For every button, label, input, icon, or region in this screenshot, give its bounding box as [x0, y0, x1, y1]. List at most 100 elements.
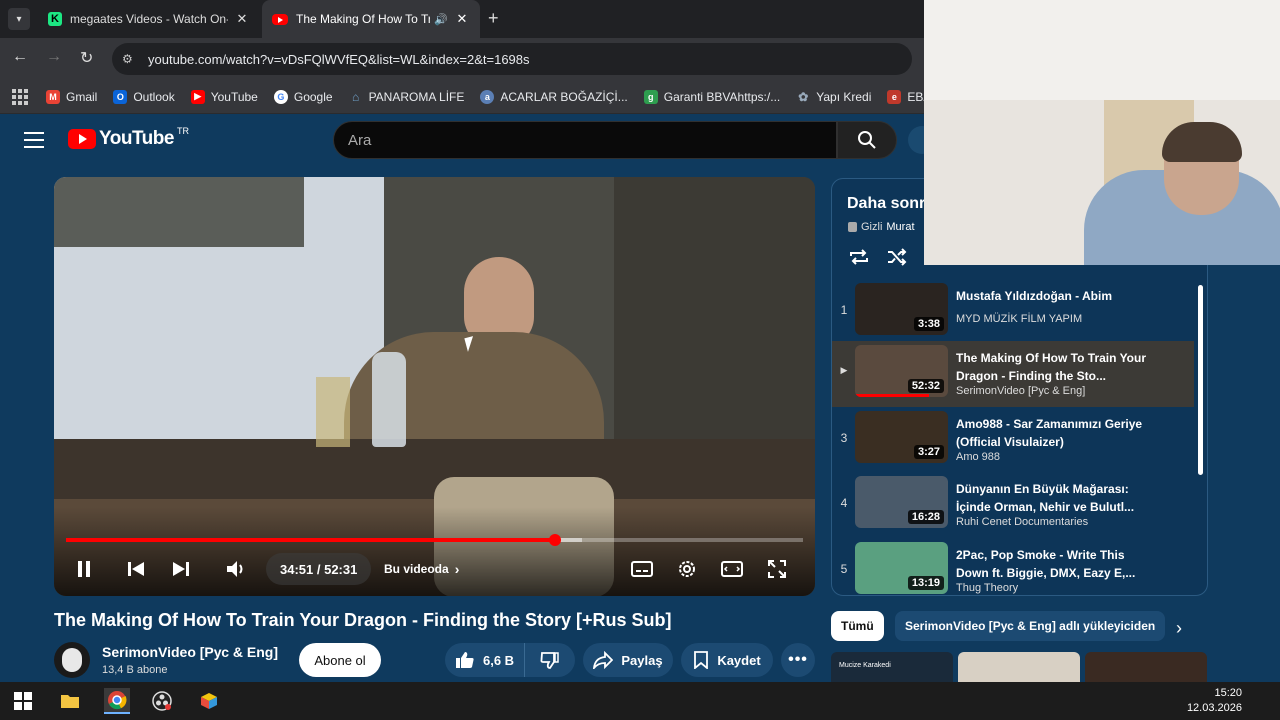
playlist-video-title: Dünyanın En Büyük Mağarası: İçinde Orman… [956, 482, 1135, 514]
scrollbar-thumb[interactable] [1198, 285, 1203, 475]
playlist-scrollbar[interactable] [1198, 285, 1204, 585]
chapter-button[interactable]: Bu videoda › [384, 553, 459, 585]
playlist-item[interactable]: 4 16:28 Dünyanın En Büyük Mağarası: İçin… [832, 472, 1194, 538]
playlist-item-active[interactable]: ▶ 52:32 The Making Of How To Train Your … [832, 341, 1194, 407]
volume-button[interactable] [224, 557, 248, 581]
recommended-thumbnail[interactable]: Mucize Karakedi [831, 652, 953, 682]
video-title: The Making Of How To Train Your Dragon -… [54, 610, 672, 630]
volume-icon [227, 561, 243, 577]
file-explorer-icon[interactable] [57, 688, 83, 714]
subscribe-button[interactable]: Abone ol [299, 643, 381, 677]
playlist-video-channel: Ruhi Cenet Documentaries [956, 516, 1089, 528]
youtube-logo[interactable]: YouTube TR [68, 126, 189, 150]
duration-badge: 3:38 [913, 317, 944, 331]
playlist-title: Daha sonr [847, 195, 926, 212]
new-tab-button[interactable]: + [488, 8, 499, 29]
bookmark-panaroma[interactable]: ⌂ PANAROMA LİFE [349, 90, 464, 104]
dislike-button[interactable] [525, 643, 575, 677]
like-button[interactable]: 6,6 B [445, 643, 526, 677]
more-actions-button[interactable]: ••• [781, 643, 815, 677]
site-info-icon[interactable]: ⚙ [122, 52, 140, 66]
apps-grid-icon[interactable] [12, 88, 28, 105]
video-thumbnail: 3:38 [855, 283, 948, 335]
skip-previous-icon [128, 562, 144, 576]
playlist-item[interactable]: 5 13:19 2Pac, Pop Smoke - Write This Dow… [832, 538, 1194, 595]
pause-button[interactable] [74, 557, 94, 581]
bookmark-yapikredi[interactable]: ✿ Yapı Kredi [796, 90, 871, 104]
now-playing-icon: ▶ [840, 365, 848, 375]
windows-start-icon[interactable] [10, 688, 36, 714]
app-cube-icon[interactable] [196, 688, 222, 714]
subtitles-button[interactable] [630, 557, 654, 581]
loop-button[interactable] [848, 247, 870, 272]
close-tab-icon[interactable]: ✕ [234, 11, 250, 27]
obs-icon[interactable] [149, 688, 175, 714]
reload-icon[interactable]: ↻ [80, 48, 93, 68]
video-player[interactable]: 34:51 / 52:31 Bu videoda › [54, 177, 815, 596]
bookmark-garanti[interactable]: g Garanti BBVAhttps:/... [643, 89, 780, 104]
clock-time: 15:20 [1214, 687, 1242, 699]
menu-icon[interactable] [24, 132, 44, 153]
search-input[interactable]: Ara [333, 121, 837, 159]
bookmark-gmail[interactable]: M Gmail [46, 89, 97, 104]
previous-button[interactable] [124, 557, 148, 581]
settings-button[interactable] [675, 557, 699, 581]
recommended-thumbnail[interactable] [958, 652, 1080, 682]
playlist-index: 1 [840, 303, 848, 317]
chip-all[interactable]: Tümü [831, 611, 884, 641]
recommended-thumbnail[interactable] [1085, 652, 1207, 682]
playlist-index: 3 [840, 431, 848, 445]
bookmark-youtube[interactable]: ▶ YouTube [190, 89, 258, 104]
playlist-owner[interactable]: Murat [886, 221, 914, 233]
audio-playing-icon[interactable]: 🔊 [434, 13, 448, 26]
chip-uploader[interactable]: SerimonVideo [Рус & Eng] adlı yükleyicid… [895, 611, 1165, 641]
progress-bar[interactable] [66, 534, 803, 546]
forward-icon[interactable]: → [46, 48, 62, 66]
chrome-icon[interactable] [104, 688, 130, 714]
webcam-person-hair [1162, 122, 1242, 162]
system-clock[interactable]: 15:20 12.03.2026 [1187, 686, 1242, 716]
fullscreen-button[interactable] [765, 557, 789, 581]
like-count: 6,6 B [483, 652, 515, 668]
close-tab-icon[interactable]: ✕ [454, 11, 470, 27]
playlist-meta: Gizli Murat [848, 221, 915, 233]
time-display: 34:51 / 52:31 [266, 553, 372, 585]
recommended-thumbnail-label: Mucize Karakedi [839, 662, 891, 669]
progress-played [66, 538, 556, 542]
video-thumbnail: 3:27 [855, 411, 948, 463]
url-field[interactable]: ⚙ youtube.com/watch?v=vDsFQlWVfEQ&list=W… [112, 43, 912, 75]
thumbs-up-icon [456, 652, 474, 668]
playlist-video-channel: Thug Theory [956, 582, 1019, 594]
youtube-header: YouTube TR Ara [0, 114, 936, 166]
search-button[interactable] [837, 121, 897, 159]
duration-badge: 13:19 [907, 576, 944, 590]
share-button[interactable]: Paylaş [583, 643, 673, 677]
theater-mode-button[interactable] [720, 557, 744, 581]
tab-search-dropdown[interactable]: ▾ [8, 8, 30, 30]
eba-icon: e [887, 89, 902, 104]
loop-icon [850, 249, 868, 265]
channel-name[interactable]: SerimonVideo [Рус & Eng] [102, 644, 278, 660]
lock-icon [848, 222, 857, 232]
bookmark-outlook[interactable]: O Outlook [113, 89, 175, 104]
playlist-video-channel: MYD MÜZİK FİLM YAPIM [956, 313, 1083, 325]
channel-avatar[interactable] [54, 642, 90, 678]
next-button[interactable] [169, 557, 193, 581]
playlist-video-channel: SerimonVideo [Рус & Eng] [956, 385, 1086, 397]
bookmark-icon [694, 651, 709, 669]
video-thumbnail: 16:28 [855, 476, 948, 528]
progress-scrubber[interactable] [549, 534, 562, 546]
bookmark-acarlar[interactable]: a ACARLAR BOĞAZİÇİ... [480, 89, 628, 104]
shuffle-button[interactable] [886, 247, 908, 272]
save-button[interactable]: Kaydet [681, 643, 773, 677]
yapikredi-icon: ✿ [798, 89, 809, 104]
back-icon[interactable]: ← [12, 48, 28, 66]
bookmark-google[interactable]: G Google [273, 89, 333, 104]
shuffle-icon [888, 248, 907, 266]
tab-megaates[interactable]: K megaates Videos - Watch On-D ✕ [38, 0, 260, 38]
playlist-item[interactable]: 3 3:27 Amo988 - Sar Zamanımızı Geriye (O… [832, 407, 1194, 473]
playlist-item[interactable]: 1 3:38 Mustafa Yıldızdoğan - Abim MYD MÜ… [832, 279, 1194, 345]
chevron-right-icon[interactable]: › [1176, 618, 1182, 639]
tab-youtube-active[interactable]: The Making Of How To Trai 🔊 ✕ [262, 0, 480, 38]
video-thumbnail: 13:19 [855, 542, 948, 594]
